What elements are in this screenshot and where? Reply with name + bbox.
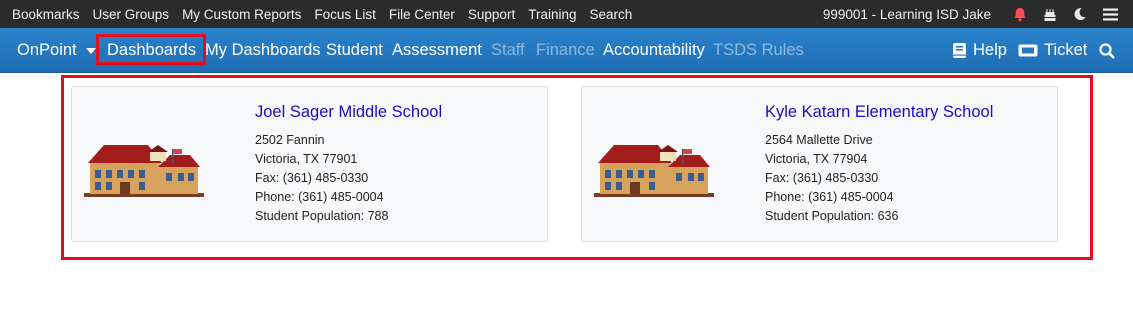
onpoint-brand-menu[interactable]: OnPoint: [17, 28, 77, 73]
school-phone: Phone: (361) 485-0004: [765, 190, 894, 204]
school-building-icon: [84, 145, 204, 197]
moon-icon[interactable]: [1065, 0, 1095, 28]
file-center-link[interactable]: File Center: [389, 7, 455, 22]
training-link[interactable]: Training: [528, 7, 576, 22]
utility-links: Bookmarks User Groups My Custom Reports …: [12, 0, 645, 28]
dashboards-highlight-outline: [96, 34, 206, 65]
birthday-cake-icon[interactable]: [1035, 0, 1065, 28]
my-custom-reports-link[interactable]: My Custom Reports: [182, 7, 301, 22]
chevron-down-icon[interactable]: [86, 48, 96, 54]
ticket-icon[interactable]: [1018, 28, 1038, 73]
school-card[interactable]: Kyle Katarn Elementary School 2564 Malle…: [581, 86, 1058, 242]
school-city: Victoria, TX 77904: [765, 152, 868, 166]
school-address: 2502 Fannin: [255, 133, 325, 147]
nav-assessment[interactable]: Assessment: [392, 28, 482, 73]
top-utility-bar: Bookmarks User Groups My Custom Reports …: [0, 0, 1133, 28]
search-link[interactable]: Search: [589, 7, 632, 22]
help-link[interactable]: Help: [973, 28, 1007, 73]
school-building-icon: [594, 145, 714, 197]
support-link[interactable]: Support: [468, 7, 515, 22]
focus-list-link[interactable]: Focus List: [314, 7, 376, 22]
ticket-link[interactable]: Ticket: [1044, 28, 1087, 73]
user-area: 999001 - Learning ISD Jake: [823, 0, 1133, 28]
school-phone: Phone: (361) 485-0004: [255, 190, 384, 204]
nav-accountability[interactable]: Accountability: [603, 28, 705, 73]
nav-tsds-rules: TSDS Rules: [713, 41, 804, 59]
nav-staff: Staff: [491, 41, 525, 59]
school-population: Student Population: 636: [765, 209, 899, 223]
school-city: Victoria, TX 77901: [255, 152, 358, 166]
school-card[interactable]: Joel Sager Middle School 2502 Fannin Vic…: [71, 86, 548, 242]
school-name-link[interactable]: Kyle Katarn Elementary School: [765, 103, 993, 122]
school-address: 2564 Mallette Drive: [765, 133, 873, 147]
bookmarks-link[interactable]: Bookmarks: [12, 7, 80, 22]
school-fax: Fax: (361) 485-0330: [255, 171, 369, 185]
user-name[interactable]: 999001 - Learning ISD Jake: [823, 7, 991, 22]
nav-student[interactable]: Student: [326, 28, 383, 73]
nav-my-dashboards[interactable]: My Dashboards: [205, 28, 321, 73]
search-icon[interactable]: [1099, 28, 1115, 73]
hamburger-menu-icon[interactable]: [1095, 0, 1125, 28]
nav-finance: Finance: [536, 41, 595, 59]
school-fax: Fax: (361) 485-0330: [765, 171, 879, 185]
user-groups-link[interactable]: User Groups: [93, 7, 170, 22]
book-icon[interactable]: [952, 28, 967, 73]
school-name-link[interactable]: Joel Sager Middle School: [255, 103, 442, 122]
school-population: Student Population: 788: [255, 209, 389, 223]
bell-icon[interactable]: [1005, 0, 1035, 28]
